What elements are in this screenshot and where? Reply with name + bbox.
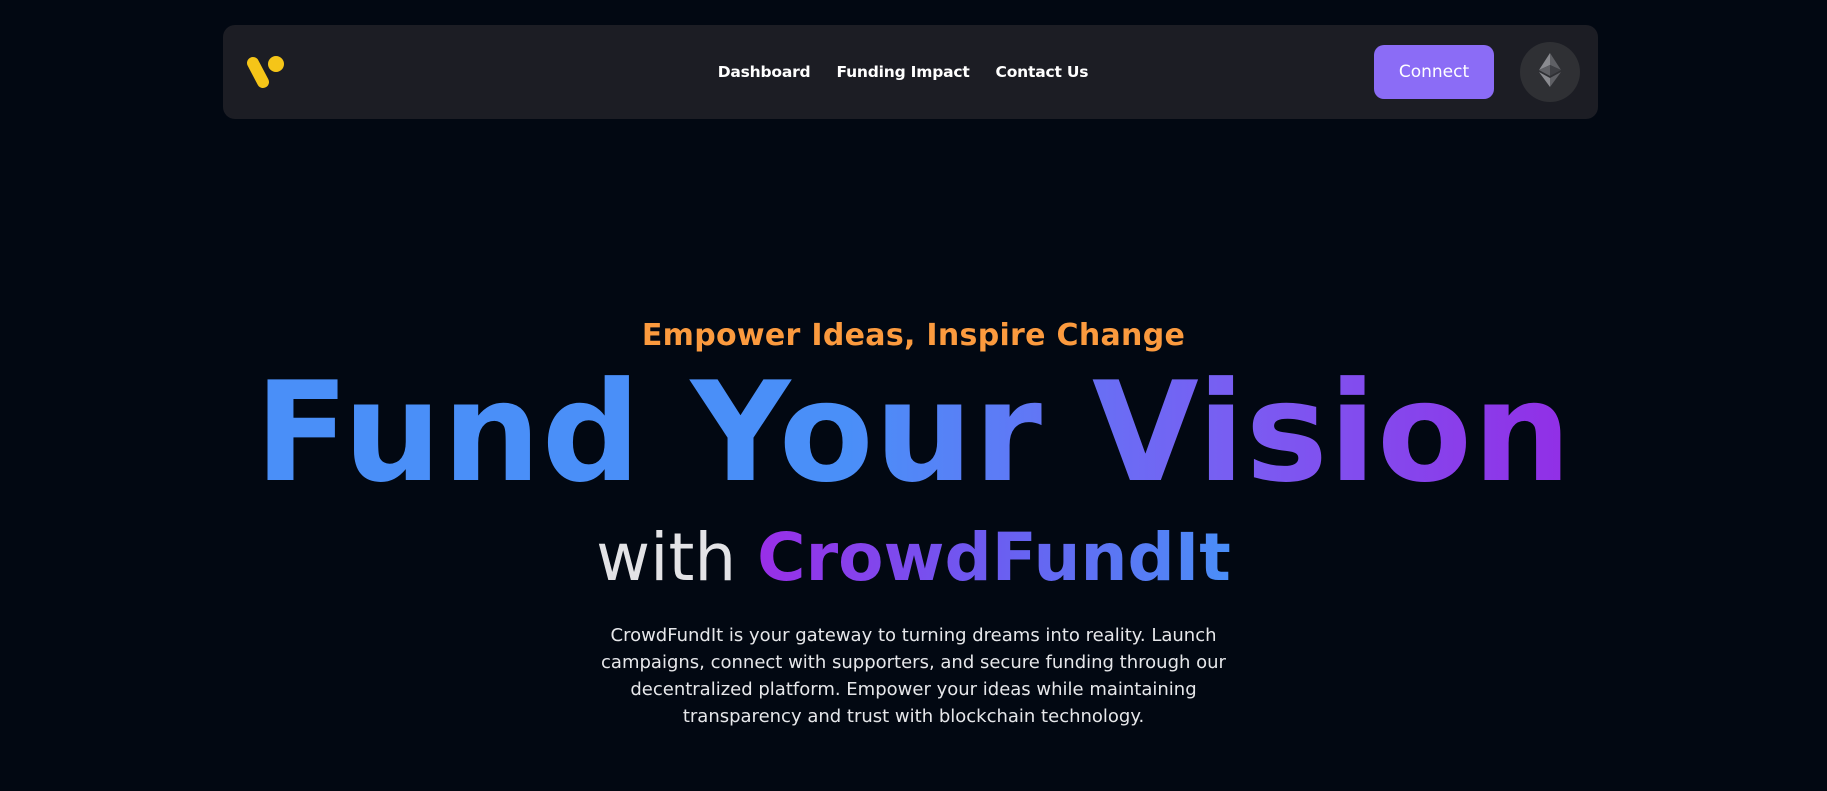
nav-link-contact-us[interactable]: Contact Us <box>996 63 1089 81</box>
hero-tagline: Empower Ideas, Inspire Change <box>641 318 1186 353</box>
subheadline-prefix: with <box>596 519 758 596</box>
brand-name: CrowdFundIt <box>757 519 1231 596</box>
hero-description: CrowdFundIt is your gateway to turning d… <box>601 625 1226 727</box>
navbar: Dashboard Funding Impact Contact Us Conn… <box>223 25 1598 119</box>
hero-headline: Fund Your Vision <box>0 358 1827 508</box>
ethereum-icon <box>1539 53 1561 91</box>
hero-subheadline: with CrowdFundIt <box>0 518 1827 598</box>
nav-link-funding-impact[interactable]: Funding Impact <box>836 63 969 81</box>
connect-button[interactable]: Connect <box>1374 45 1494 99</box>
page: Dashboard Funding Impact Contact Us Conn… <box>0 0 1827 791</box>
nav-link-dashboard[interactable]: Dashboard <box>718 63 811 81</box>
network-selector-button[interactable] <box>1520 42 1580 102</box>
hero-headline-text: Fund Your Vision <box>254 352 1573 513</box>
